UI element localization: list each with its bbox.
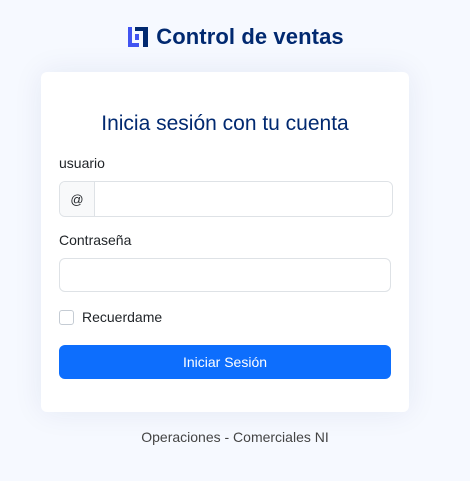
username-input-group: @ [59, 181, 393, 217]
username-input[interactable] [95, 182, 392, 216]
brand-header[interactable]: Control de ventas [0, 24, 470, 50]
login-button[interactable]: Iniciar Sesión [59, 345, 391, 379]
remember-checkbox[interactable] [59, 309, 74, 325]
login-title: Inicia sesión con tu cuenta [101, 112, 349, 135]
password-input[interactable] [59, 258, 391, 292]
at-sign-prefix: @ [60, 182, 95, 216]
remember-label: Recuerdame [82, 309, 163, 325]
brand-name: Control de ventas [156, 24, 344, 49]
brand-logo-icon [126, 25, 150, 49]
password-label: Contraseña [59, 232, 132, 248]
username-label: usuario [59, 155, 105, 171]
footer-text: Operaciones - Comerciales NI [141, 429, 329, 445]
login-card: Inicia sesión con tu cuenta usuario @ Co… [41, 72, 409, 412]
remember-me[interactable]: Recuerdame [59, 309, 162, 325]
